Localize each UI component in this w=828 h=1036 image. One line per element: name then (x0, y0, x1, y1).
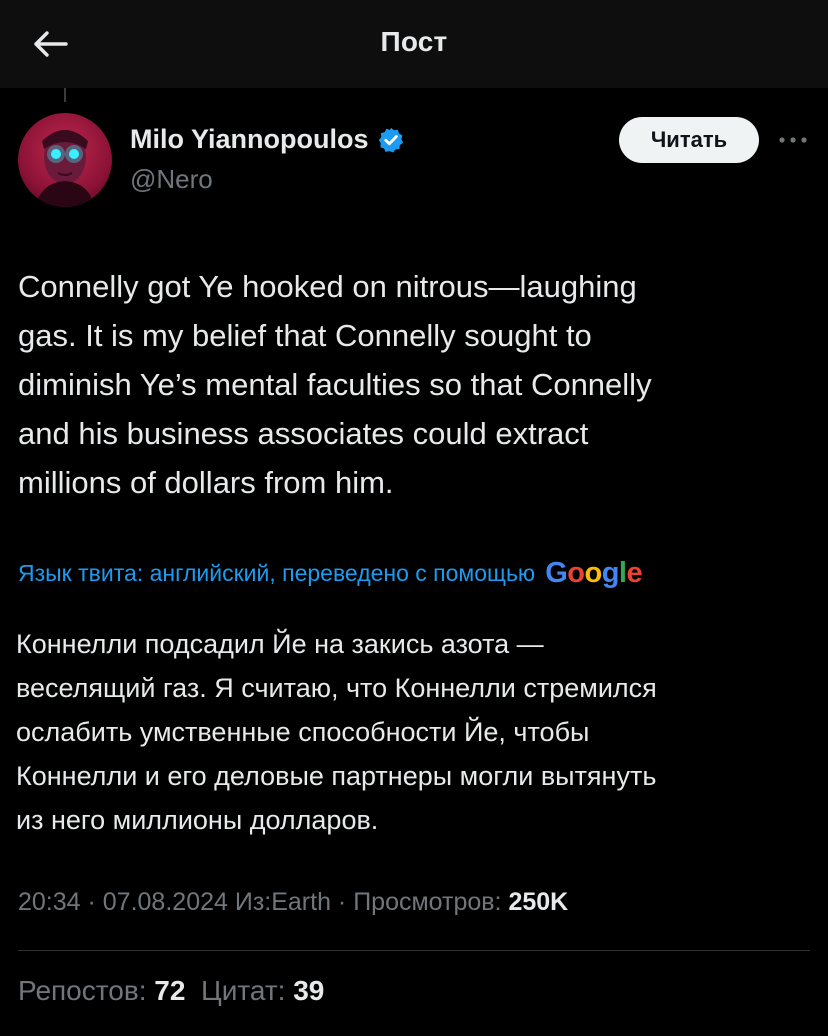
tweet-line: millions of dollars from him. (18, 465, 394, 500)
author-handle[interactable]: @Nero (130, 164, 213, 195)
more-options-button[interactable] (775, 126, 811, 154)
translated-line: из него миллионы долларов. (16, 805, 379, 835)
translated-line: ослабить умственные способности Йе, чтоб… (16, 717, 590, 747)
verified-badge-icon (378, 127, 403, 152)
tweet-line: Connelly got Ye hooked on nitrous—laughi… (18, 269, 637, 304)
avatar-image (18, 113, 112, 207)
reposts-count: 72 (154, 975, 186, 1006)
tweet-line: and his business associates could extrac… (18, 416, 589, 451)
post-page: Пост Milo Yiannopoulos @Nero Читать Conn… (0, 0, 828, 1036)
author-name-row[interactable]: Milo Yiannopoulos (130, 124, 405, 155)
thread-connector (64, 88, 66, 102)
tweet-line: gas. It is my belief that Connelly sough… (18, 318, 592, 353)
google-logo: Google (545, 557, 643, 589)
timestamp-location: 20:34 · 07.08.2024 Из:Earth · Просмотров… (18, 888, 509, 916)
translation-notice-text[interactable]: Язык твита: английский, переведено с пом… (18, 560, 535, 587)
author-name[interactable]: Milo Yiannopoulos (130, 124, 369, 155)
tweet-line: diminish Ye’s mental faculties so that C… (18, 367, 652, 402)
quotes-stat[interactable]: Цитат: 39 (201, 975, 324, 1006)
divider (18, 950, 810, 951)
translated-line: Коннелли подсадил Йе на закись азота — (16, 629, 544, 659)
translated-body: Коннелли подсадил Йе на закись азота — в… (16, 622, 806, 842)
ellipsis-icon (779, 137, 807, 143)
avatar[interactable] (18, 113, 112, 207)
page-title: Пост (380, 26, 448, 57)
reposts-stat[interactable]: Репостов: 72 (18, 975, 185, 1006)
translated-line: Коннелли и его деловые партнеры могли вы… (16, 761, 657, 791)
views-count[interactable]: 250K (508, 888, 568, 916)
tweet-body: Connelly got Ye hooked on nitrous—laughi… (18, 262, 808, 507)
follow-button[interactable]: Читать (619, 117, 759, 163)
translated-line: веселящий газ. Я считаю, что Коннелли ст… (16, 673, 657, 703)
reposts-label: Репостов: (18, 975, 147, 1006)
translation-notice[interactable]: Язык твита: английский, переведено с пом… (18, 557, 643, 590)
top-bar: Пост (0, 0, 828, 88)
post-meta: 20:34 · 07.08.2024 Из:Earth · Просмотров… (18, 888, 568, 917)
quotes-count: 39 (293, 975, 325, 1006)
engagement-stats: Репостов: 72 Цитат: 39 (18, 975, 324, 1007)
quotes-label: Цитат: (201, 975, 286, 1006)
